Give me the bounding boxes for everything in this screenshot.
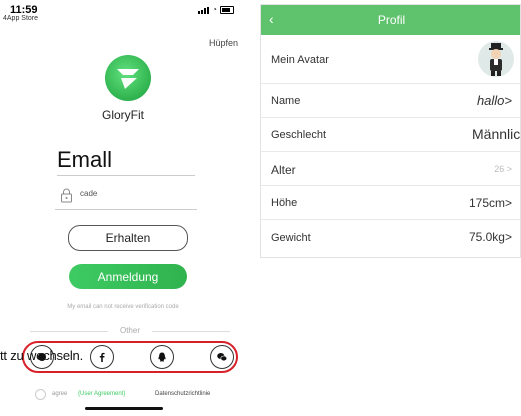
app-name: GloryFit — [102, 108, 144, 122]
row-value: 75.0kg> — [468, 230, 512, 244]
facebook-login-button[interactable] — [90, 345, 114, 369]
status-icons: ◔ — [198, 6, 234, 14]
status-bar: 11:59 4App Store ◔ — [0, 0, 246, 30]
row-value: 26 > — [494, 164, 512, 174]
skip-link[interactable]: Hüpfen — [209, 38, 238, 48]
wechat-login-button[interactable] — [210, 345, 234, 369]
agreement-row: agree {User Agreement} Datenschutzrichtl… — [35, 389, 245, 401]
login-button[interactable]: Anmeldung — [69, 264, 187, 289]
row-value: 175cm> — [468, 196, 512, 210]
facebook-icon — [99, 352, 105, 362]
signal-icon — [198, 7, 210, 14]
row-label: Mein Avatar — [271, 54, 329, 66]
row-label: Alter — [271, 163, 296, 177]
profile-row-name[interactable]: Name hallo> — [261, 83, 520, 118]
agree-label: agree — [52, 391, 68, 397]
verification-code-row — [55, 186, 197, 208]
profile-row-age[interactable]: Alter 26 > — [261, 151, 520, 186]
lock-icon — [61, 188, 72, 203]
page-title: Profil — [377, 13, 406, 27]
qq-icon — [158, 352, 166, 362]
verification-code-input[interactable] — [80, 189, 190, 198]
row-label: Geschlecht — [271, 129, 327, 141]
row-value: hallo> — [476, 93, 512, 108]
status-carrier: 4App Store — [3, 15, 39, 22]
battery-icon — [220, 6, 234, 14]
no-code-link[interactable]: My email can not receive verification co… — [0, 304, 246, 310]
qq-login-button[interactable] — [150, 345, 174, 369]
profile-row-gender[interactable]: Geschlecht Männlic — [261, 117, 521, 152]
avatar-figure-icon — [489, 43, 503, 76]
row-value: Männlic — [472, 126, 521, 142]
avatar[interactable] — [478, 41, 514, 77]
profile-header: ‹ Profil — [261, 5, 520, 35]
wifi-icon: ◔ — [212, 5, 217, 14]
profile-row-height[interactable]: Höhe 175cm> — [261, 185, 520, 220]
email-underline — [57, 175, 195, 176]
profile-screen: ‹ Profil Mein Avatar Name hallo> Geschle… — [260, 4, 521, 258]
row-label: Gewicht — [271, 232, 311, 244]
profile-row-weight[interactable]: Gewicht 75.0kg> — [261, 219, 520, 255]
row-label: Höhe — [271, 197, 298, 209]
profile-row-avatar[interactable]: Mein Avatar — [261, 35, 520, 84]
agree-checkbox[interactable] — [35, 389, 46, 400]
other-divider: Other — [30, 326, 230, 336]
email-field-label[interactable]: Emall — [57, 147, 112, 173]
privacy-policy-link[interactable]: Datenschutzrichtlinie — [155, 391, 210, 397]
home-indicator — [85, 407, 163, 410]
code-underline — [55, 209, 197, 210]
get-code-button[interactable]: Erhalten — [68, 225, 188, 251]
divider-line-right — [152, 331, 230, 332]
paper-plane-icon — [117, 69, 139, 89]
row-label: Name — [271, 95, 301, 107]
wechat-icon — [217, 353, 228, 362]
app-logo — [105, 55, 151, 101]
annotation-text: tt zu wechseln. — [0, 348, 83, 363]
user-agreement-link[interactable]: {User Agreement} — [78, 391, 125, 397]
